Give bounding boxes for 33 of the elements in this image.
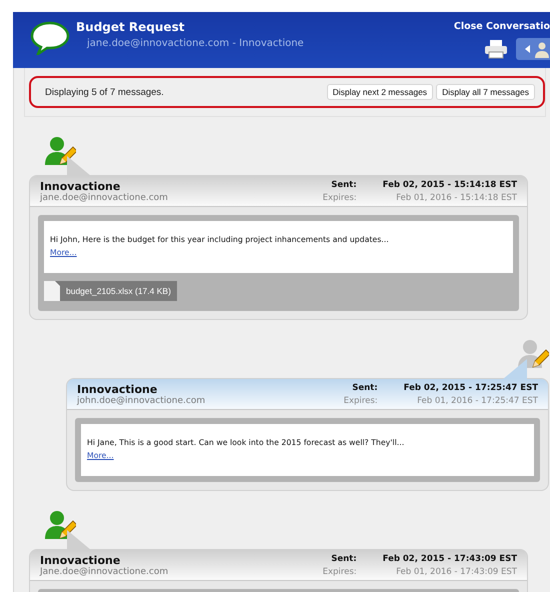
conversation-subtitle: jane.doe@innovactione.com - Innovactione: [87, 38, 304, 49]
expires-label: Expires:: [322, 193, 357, 203]
display-messages-button[interactable]: Display all 7 messages: [436, 84, 535, 100]
sent-date: Feb 02, 2015 - 17:43:09 EST: [382, 554, 517, 564]
close-conversation-link[interactable]: Close Conversatio: [454, 21, 550, 32]
bubble-tail: [503, 359, 527, 379]
expires-label: Expires:: [344, 396, 378, 406]
sender-email: john.doe@innovactione.com: [77, 396, 206, 406]
expires-date: Feb 01, 2016 - 17:43:09 EST: [395, 567, 517, 577]
sent-date: Feb 02, 2015 - 17:25:47 EST: [404, 383, 538, 393]
attachment-chip[interactable]: budget_2105.xlsx (17.4 KB): [44, 281, 177, 301]
message-count-text: Displaying 5 of 7 messages.: [45, 86, 164, 98]
user-edit-icon: [44, 135, 76, 167]
speech-bubble-icon: [30, 21, 70, 55]
user-edit-icon: [517, 338, 549, 370]
sent-label: Sent:: [330, 180, 357, 190]
sender-name: Innovactione: [40, 554, 122, 567]
sender-email: jane.doe@innovactione.com: [40, 193, 168, 203]
file-icon: [44, 281, 60, 301]
user-edit-icon: [44, 509, 76, 541]
expires-date: Feb 01, 2016 - 15:14:18 EST: [395, 193, 517, 203]
sender-email: Jane.doe@innovactione.com: [40, 567, 168, 577]
conversation-title: Budget Request: [76, 20, 186, 34]
sent-label: Sent:: [351, 383, 378, 393]
expires-label: Expires:: [322, 567, 357, 577]
printer-icon[interactable]: [484, 39, 508, 59]
participants-button[interactable]: [516, 38, 550, 60]
sender-name: Innovactione: [40, 180, 122, 193]
sender-name: Innovactione: [77, 383, 158, 396]
sent-date: Feb 02, 2015 - 15:14:18 EST: [382, 180, 517, 190]
expires-date: Feb 01, 2016 - 17:25:47 EST: [416, 396, 538, 406]
display-messages-button[interactable]: Display next 2 messages: [326, 84, 434, 100]
sent-label: Sent:: [330, 554, 357, 564]
